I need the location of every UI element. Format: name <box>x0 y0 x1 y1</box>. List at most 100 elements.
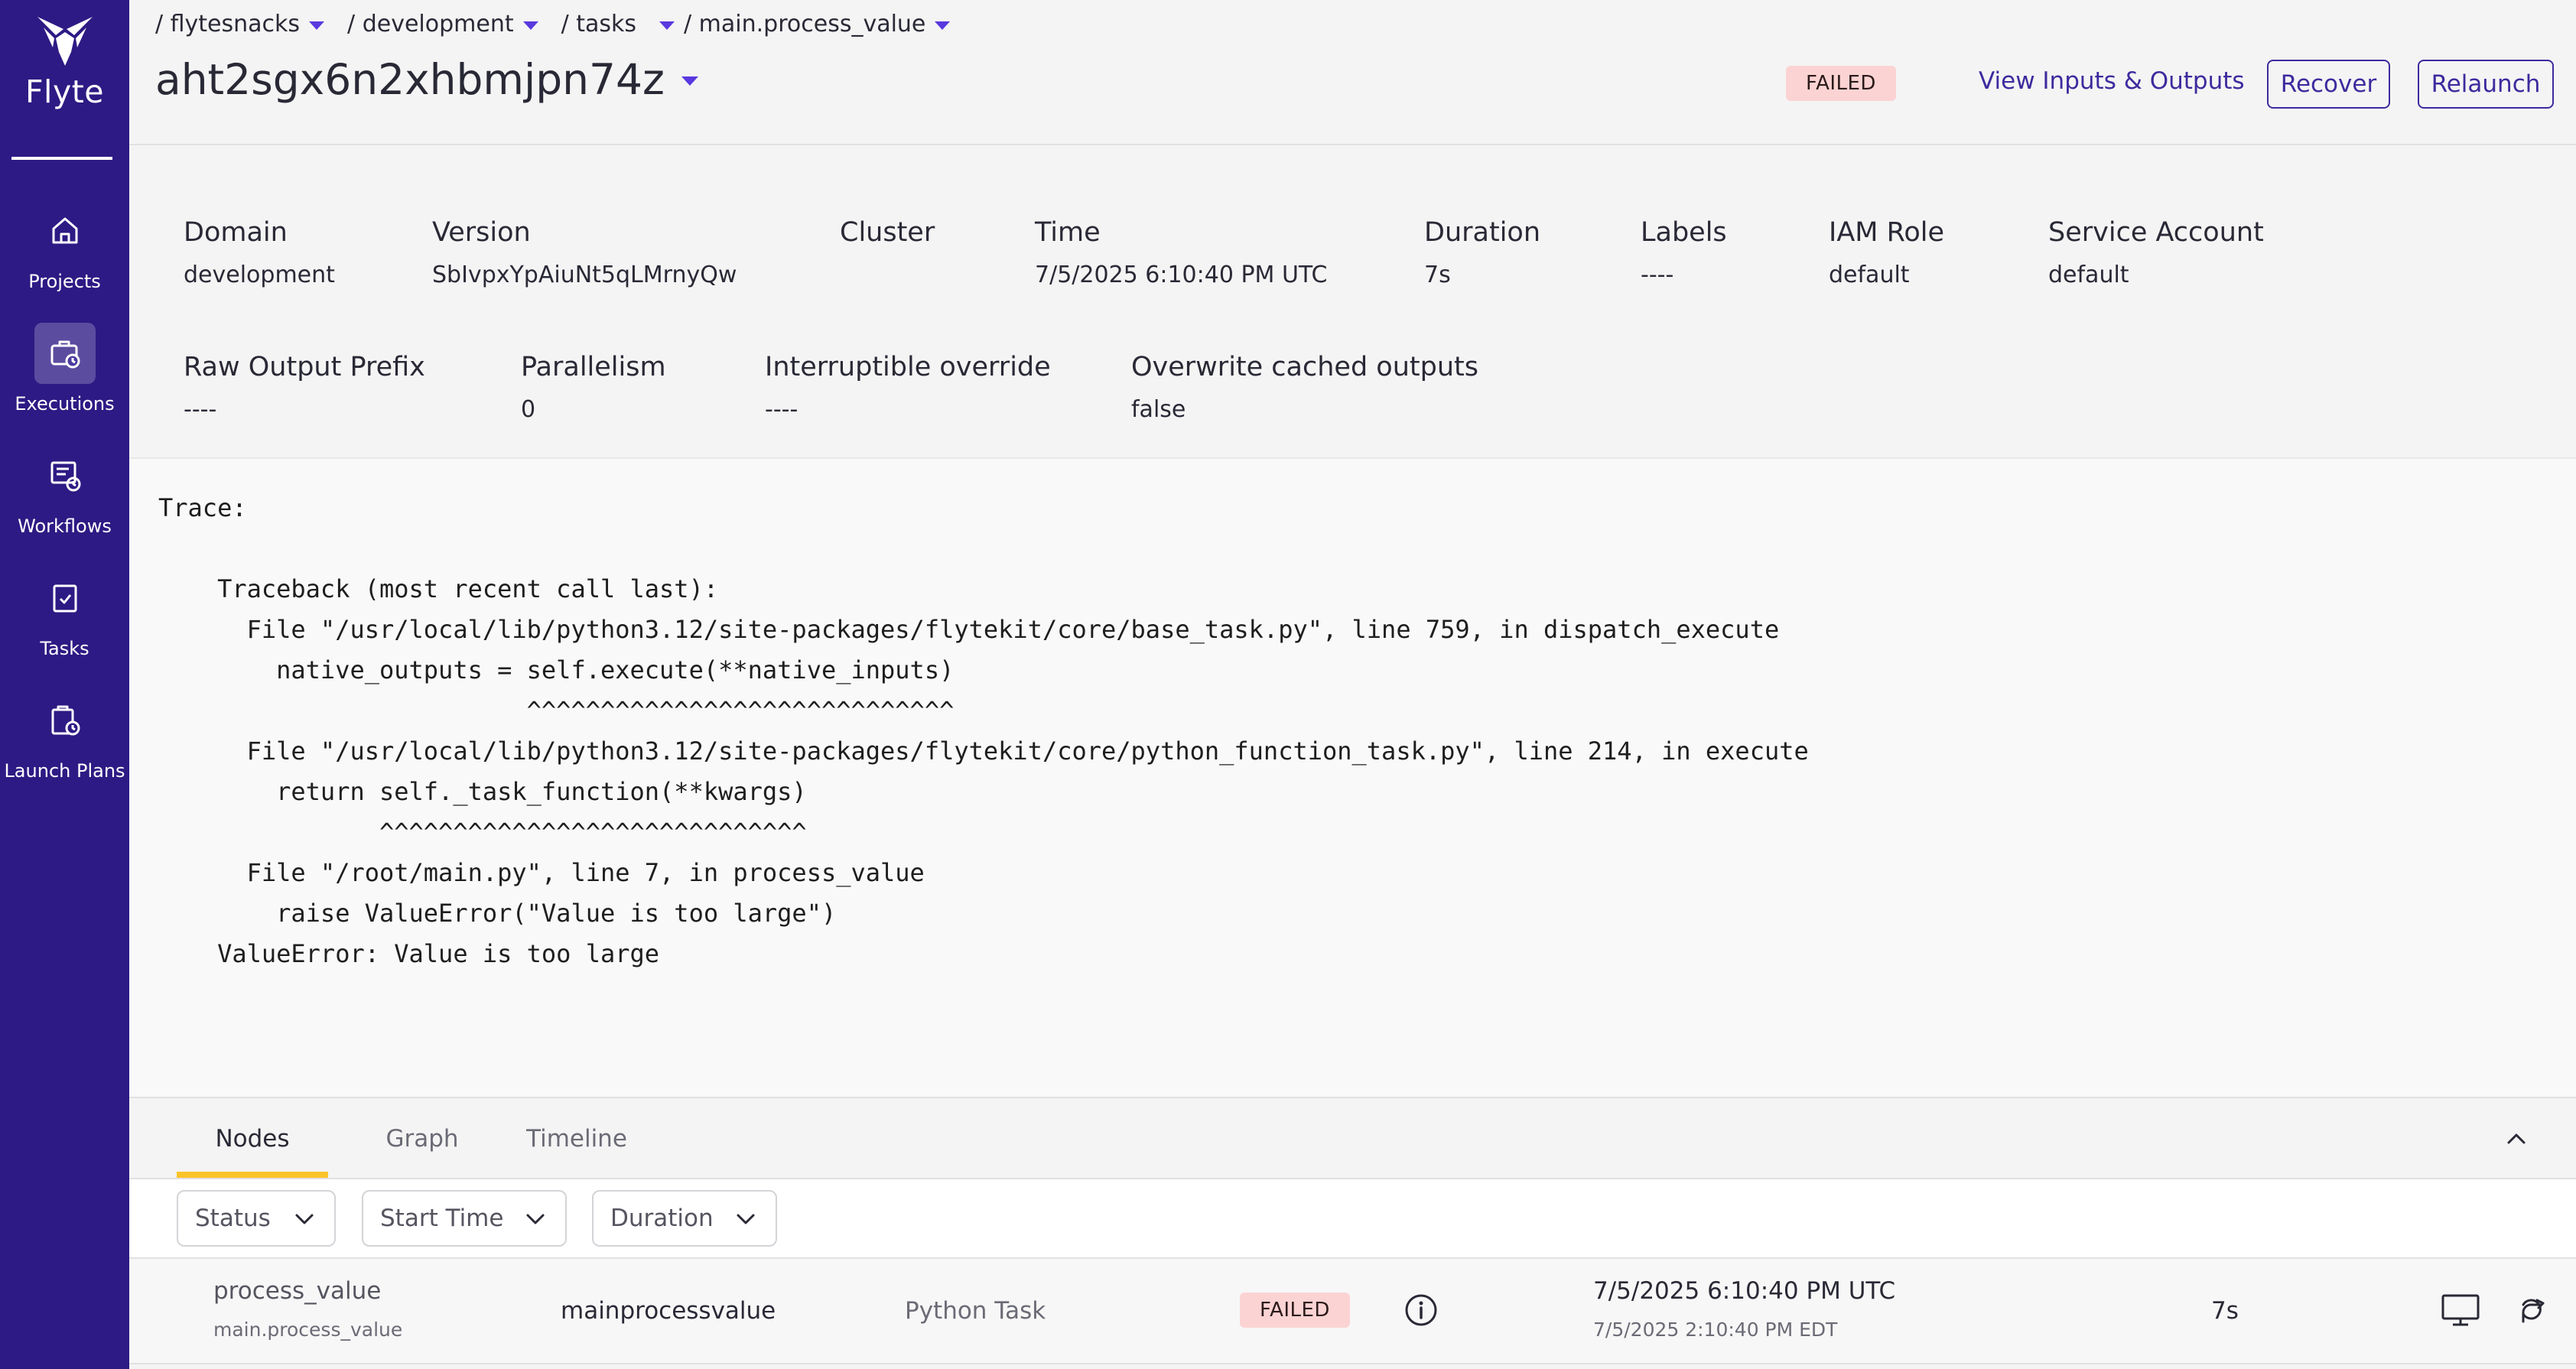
status-filter-label: Status <box>195 1205 271 1232</box>
meta-duration: Duration 7s <box>1424 217 1540 289</box>
meta-cluster: Cluster <box>840 217 935 289</box>
sidebar: Flyte Projects Executions Workflows Task… <box>0 0 129 1369</box>
node-start-time-utc: 7/5/2025 6:10:40 PM UTC <box>1593 1277 1896 1305</box>
chevron-down-icon <box>737 1214 755 1224</box>
brand-name: Flyte <box>24 73 105 110</box>
execution-id: aht2sgx6n2xhbmjpn74z <box>155 55 665 104</box>
node-start-time-local: 7/5/2025 2:10:40 PM EDT <box>1593 1319 1838 1341</box>
meta-parallelism: Parallelism 0 <box>521 352 666 424</box>
rerun-icon[interactable] <box>2514 1293 2549 1328</box>
breadcrumb-tasks[interactable]: / tasks <box>561 11 636 37</box>
meta-label: Parallelism <box>521 352 666 382</box>
info-icon[interactable] <box>1403 1293 1439 1328</box>
breadcrumb-task-label: / main.process_value <box>684 11 926 37</box>
breadcrumb-tasks-label: / tasks <box>561 11 637 37</box>
meta-value: 0 <box>521 396 536 423</box>
tab-nodes[interactable]: Nodes <box>177 1098 328 1179</box>
meta-overwrite-cached-outputs: Overwrite cached outputs false <box>1131 352 1478 424</box>
meta-iam-role: IAM Role default <box>1829 217 1944 289</box>
error-trace-text: Trace: Traceback (most recent call last)… <box>158 493 1809 968</box>
sidebar-item-tasks[interactable]: Tasks <box>0 567 129 675</box>
status-filter[interactable]: Status <box>177 1190 336 1247</box>
node-id: mainprocessvalue <box>561 1297 776 1325</box>
sidebar-item-label: Workflows <box>18 515 112 537</box>
caret-down-icon[interactable] <box>309 21 325 30</box>
breadcrumb-domain[interactable]: / development <box>347 11 538 37</box>
active-tab-indicator <box>177 1172 328 1178</box>
relaunch-button[interactable]: Relaunch <box>2418 60 2554 109</box>
meta-value: 7/5/2025 6:10:40 PM UTC <box>1035 262 1328 288</box>
meta-value <box>840 262 935 289</box>
meta-label: Labels <box>1641 217 1727 248</box>
caret-down-icon[interactable] <box>935 21 951 30</box>
node-filters: Status Start Time Duration <box>129 1179 2576 1259</box>
meta-value: ---- <box>1641 262 1674 288</box>
tab-timeline[interactable]: Timeline <box>496 1098 657 1179</box>
chevron-up-icon[interactable] <box>2499 1121 2534 1156</box>
sidebar-item-launch-plans[interactable]: Launch Plans <box>0 690 129 797</box>
error-trace-panel: Trace: Traceback (most recent call last)… <box>129 457 2576 1097</box>
sidebar-item-projects[interactable]: Projects <box>0 200 129 307</box>
caret-down-icon[interactable] <box>681 76 698 86</box>
flyte-logo-icon <box>37 17 93 66</box>
sidebar-item-workflows[interactable]: Workflows <box>0 445 129 552</box>
execution-header: / flytesnacks / development / tasks / ma… <box>129 0 2576 145</box>
sidebar-item-label: Executions <box>15 393 115 415</box>
start-time-filter[interactable]: Start Time <box>362 1190 567 1247</box>
sidebar-item-label: Tasks <box>40 638 89 659</box>
node-type: Python Task <box>905 1297 1046 1325</box>
caret-down-icon[interactable] <box>659 21 675 30</box>
meta-label: Domain <box>184 217 288 248</box>
caret-down-icon[interactable] <box>522 21 538 30</box>
meta-service-account: Service Account default <box>2048 217 2264 289</box>
meta-label: Time <box>1035 217 1101 248</box>
breadcrumb: / flytesnacks / development / tasks / ma… <box>155 11 973 37</box>
chevron-down-icon <box>526 1214 545 1224</box>
meta-label: Version <box>432 217 531 248</box>
view-inputs-outputs-link[interactable]: View Inputs & Outputs <box>1979 67 2245 95</box>
table-row[interactable]: process_value main.process_value mainpro… <box>129 1259 2576 1364</box>
meta-value: default <box>2048 262 2129 288</box>
breadcrumb-project-label: / flytesnacks <box>155 11 301 37</box>
duration-filter-label: Duration <box>610 1205 714 1232</box>
home-icon <box>34 200 96 262</box>
node-status-badge: FAILED <box>1240 1293 1350 1328</box>
meta-label: Duration <box>1424 217 1541 248</box>
node-duration: 7s <box>2211 1297 2239 1325</box>
execution-metadata: Domain development Version SbIvpxYpAiuNt… <box>129 145 2576 457</box>
executions-icon <box>34 323 96 384</box>
workflows-icon <box>34 445 96 506</box>
breadcrumb-project[interactable]: / flytesnacks <box>155 11 325 37</box>
meta-label: Raw Output Prefix <box>184 352 425 382</box>
status-badge: FAILED <box>1786 66 1896 101</box>
tab-graph[interactable]: Graph <box>351 1098 493 1179</box>
meta-interruptible-override: Interruptible override ---- <box>765 352 1051 424</box>
meta-value: 7s <box>1424 262 1451 288</box>
meta-label: Service Account <box>2048 217 2264 248</box>
meta-value: false <box>1131 396 1186 423</box>
launch-plans-icon <box>34 690 96 751</box>
meta-value: ---- <box>765 396 798 423</box>
sidebar-item-executions[interactable]: Executions <box>0 323 129 430</box>
view-logs-icon[interactable] <box>2441 1293 2480 1328</box>
breadcrumb-task[interactable]: / main.process_value <box>659 11 951 37</box>
chevron-down-icon <box>295 1214 314 1224</box>
meta-label: Interruptible override <box>765 352 1051 382</box>
tasks-icon <box>34 567 96 629</box>
meta-label: Overwrite cached outputs <box>1131 352 1478 382</box>
sidebar-divider <box>11 157 112 160</box>
main-content: / flytesnacks / development / tasks / ma… <box>129 0 2576 1369</box>
meta-label: IAM Role <box>1829 217 1945 248</box>
meta-domain: Domain development <box>184 217 335 289</box>
breadcrumb-domain-label: / development <box>347 11 514 37</box>
flyte-logo[interactable]: Flyte <box>0 12 129 127</box>
recover-button[interactable]: Recover <box>2267 60 2390 109</box>
sidebar-item-label: Launch Plans <box>4 760 125 782</box>
meta-time: Time 7/5/2025 6:10:40 PM UTC <box>1035 217 1327 289</box>
duration-filter[interactable]: Duration <box>592 1190 777 1247</box>
meta-value: ---- <box>184 396 217 423</box>
meta-value: default <box>1829 262 1910 288</box>
meta-labels: Labels ---- <box>1641 217 1727 289</box>
node-name[interactable]: process_value <box>213 1277 381 1305</box>
start-time-filter-label: Start Time <box>380 1205 504 1232</box>
